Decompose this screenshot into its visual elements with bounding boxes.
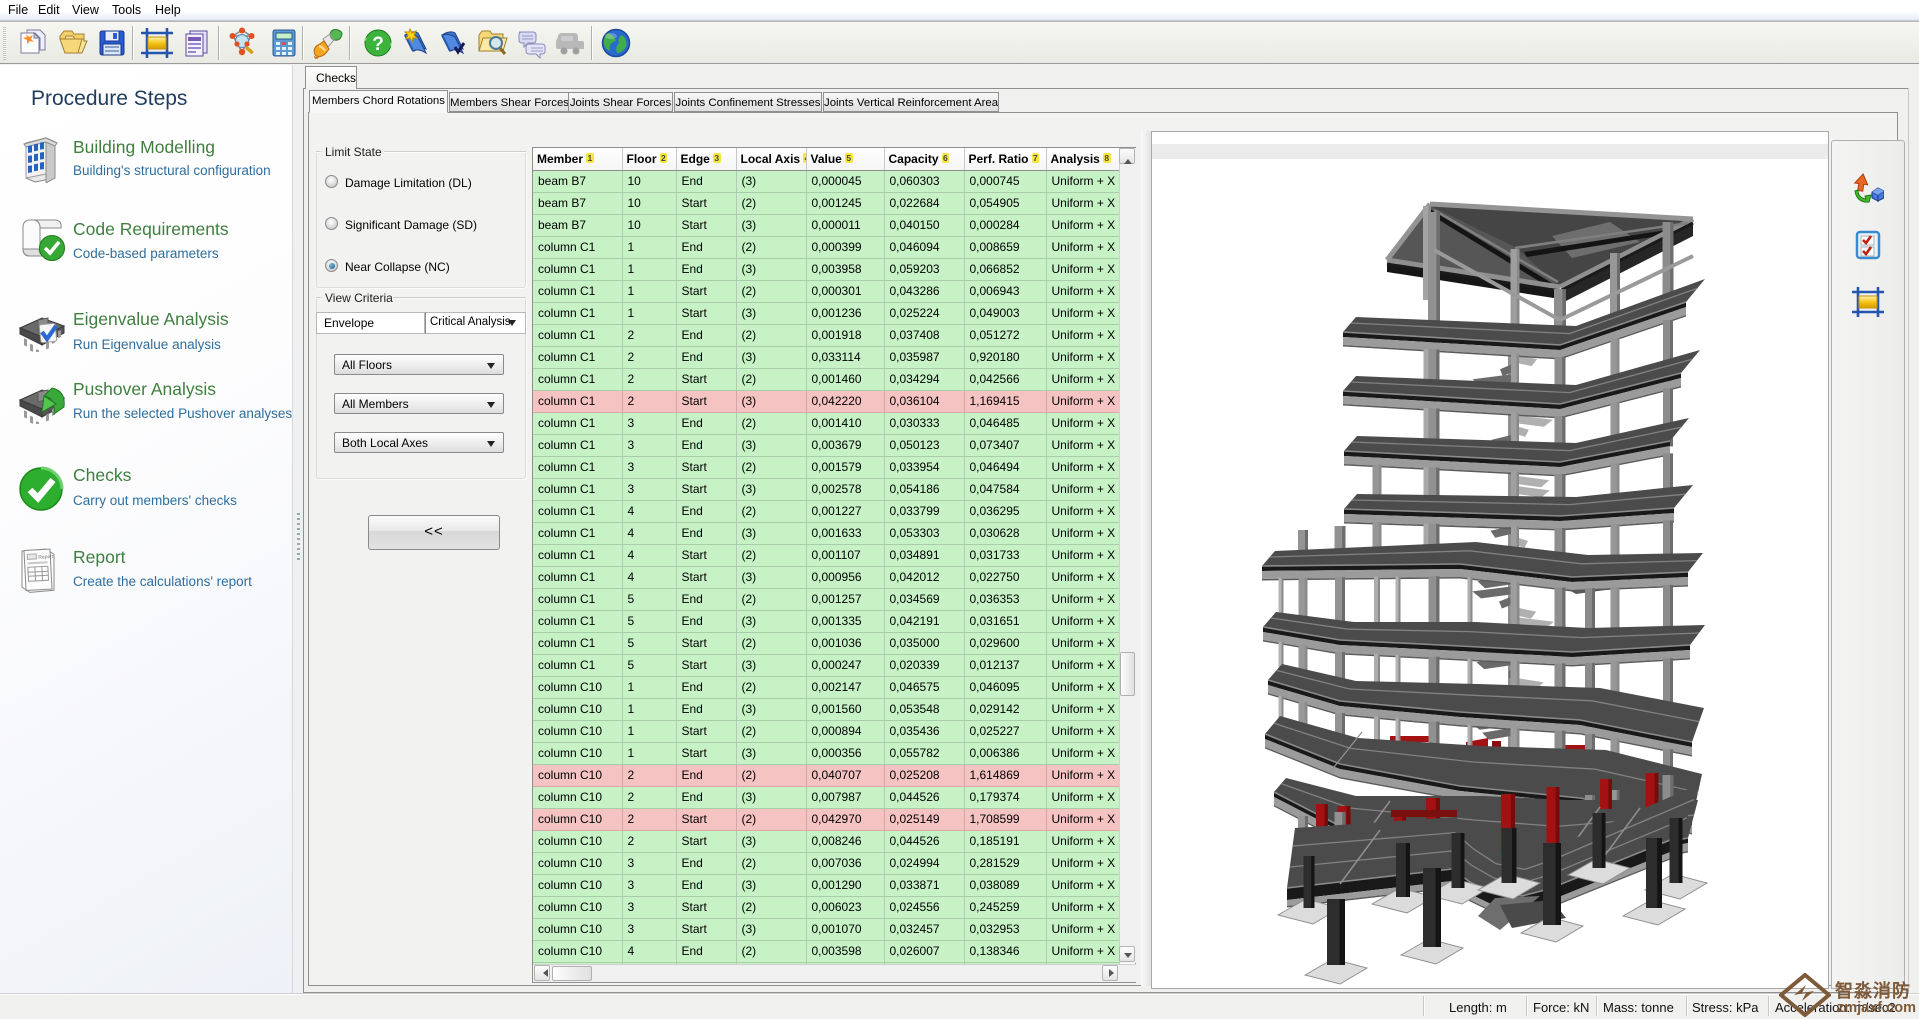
svg-text:?: ? (372, 34, 384, 55)
svg-text:Report: Report (38, 554, 54, 561)
